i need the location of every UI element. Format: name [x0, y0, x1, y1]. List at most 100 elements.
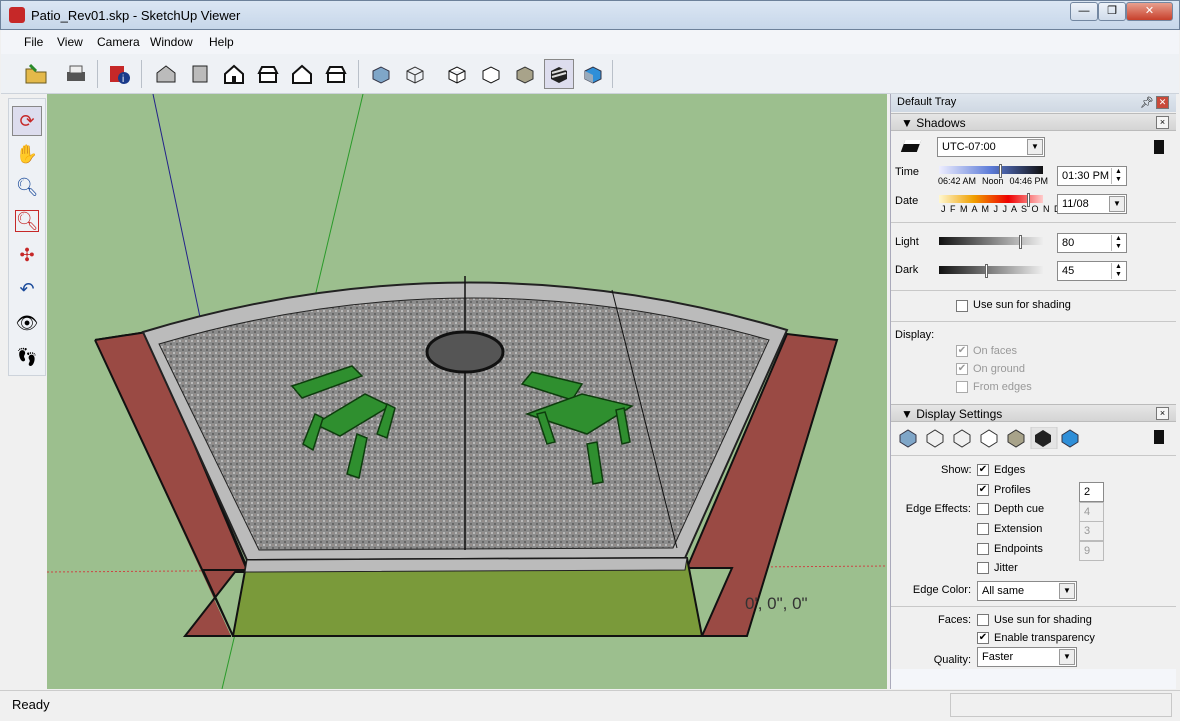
from-edges-label: From edges [973, 381, 1032, 393]
on-faces-checkbox[interactable]: ✔ [956, 345, 968, 357]
enable-transparency-checkbox[interactable]: ✔ [977, 632, 989, 644]
coordinate-readout: 0', 0", 0" [745, 594, 808, 613]
iso-view-icon[interactable] [151, 59, 181, 89]
camera-toolbar: ⟳ ✋ 🔍︎ 🔍︎ ✣ ↶ 👁︎ 👣︎ [8, 98, 46, 376]
tray-title: Default Tray [891, 94, 1176, 112]
enable-transparency-label: Enable transparency [994, 632, 1095, 644]
jitter-checkbox[interactable] [977, 562, 989, 574]
shaded-textures-icon[interactable] [510, 59, 540, 89]
display-settings-header[interactable]: ▼ Display Settings [891, 404, 1176, 422]
title-bar: Patio_Rev01.skp - SketchUp Viewer — ❐ ✕ [0, 0, 1180, 30]
menu-window[interactable]: Window [150, 35, 193, 49]
minimize-button[interactable]: — [1070, 2, 1098, 21]
depth-cue-input[interactable]: 4 [1079, 502, 1104, 522]
shaded-style-icon [980, 429, 998, 448]
window-title: Patio_Rev01.skp - SketchUp Viewer [31, 8, 241, 23]
from-edges-checkbox[interactable] [956, 381, 968, 393]
light-input[interactable]: 80 ▲ ▼ [1057, 233, 1127, 253]
default-tray: Default Tray 📌︎ ✕ ▼ Shadows × UTC-07:00 ▼… [890, 94, 1176, 689]
xray-icon[interactable] [366, 59, 396, 89]
dark-slider[interactable] [939, 266, 1043, 274]
edge-color-label: Edge Color: [912, 584, 971, 596]
zoom-extents-icon[interactable]: ✣ [12, 240, 42, 270]
wireframe-style-icon [926, 429, 944, 448]
hidden-line-icon[interactable] [442, 59, 472, 89]
close-button[interactable]: ✕ [1126, 2, 1173, 21]
date-input[interactable]: 11/08 ▼ [1057, 194, 1127, 214]
model-viewport[interactable]: 0', 0", 0" [47, 94, 887, 689]
timezone-select[interactable]: UTC-07:00 ▼ [937, 137, 1045, 157]
status-bar: Ready [0, 690, 1180, 721]
edge-effects-label: Edge Effects: [905, 503, 971, 515]
orbit-icon[interactable]: ⟳ [12, 106, 42, 136]
model-info-icon[interactable]: i [104, 59, 134, 89]
shadows-header[interactable]: ▼ Shadows [891, 113, 1176, 131]
front-view-icon[interactable] [219, 59, 249, 89]
depth-cue-checkbox[interactable] [977, 503, 989, 515]
wireframe-icon[interactable] [400, 59, 430, 89]
pin-icon[interactable]: 📌︎ [1140, 96, 1154, 109]
time-input[interactable]: 01:30 PM ▲ ▼ [1057, 166, 1127, 186]
svg-text:i: i [122, 74, 124, 85]
extension-input[interactable]: 3 [1079, 521, 1104, 541]
profiles-label: Profiles [994, 484, 1031, 496]
light-slider-thumb[interactable] [1019, 235, 1022, 249]
previous-view-icon[interactable]: ↶ [12, 274, 42, 304]
endpoints-checkbox[interactable] [977, 543, 989, 555]
edges-label: Edges [994, 464, 1026, 476]
time-slider[interactable] [939, 166, 1043, 174]
profiles-checkbox[interactable]: ✔ [977, 484, 989, 496]
menu-file[interactable]: File [24, 35, 43, 49]
menu-view[interactable]: View [57, 35, 83, 49]
sketchy-style-icon [1061, 429, 1079, 448]
month-labels: J F M A M J J A S O N D [941, 204, 1062, 214]
show-label: Show: [941, 464, 972, 476]
measurements-box[interactable] [950, 693, 1172, 717]
edges-checkbox[interactable]: ✔ [977, 464, 989, 476]
extension-label: Extension [994, 523, 1043, 535]
light-slider[interactable] [939, 237, 1043, 245]
left-view-icon[interactable] [321, 59, 351, 89]
date-label: Date [895, 195, 919, 207]
textured-style-icon [1007, 429, 1025, 448]
restore-button[interactable]: ❐ [1098, 2, 1126, 21]
zoom-window-icon[interactable]: 🔍︎ [12, 206, 42, 236]
endpoints-label: Endpoints [994, 543, 1043, 555]
dark-input[interactable]: 45 ▲ ▼ [1057, 261, 1127, 281]
right-view-icon[interactable] [253, 59, 283, 89]
profiles-width-input[interactable]: 2 [1079, 482, 1104, 502]
menu-bar: File View Camera Window Help [1, 30, 1179, 54]
open-icon[interactable] [21, 59, 51, 89]
monochrome-icon[interactable] [544, 59, 574, 89]
use-sun-checkbox[interactable] [956, 300, 968, 312]
status-text: Ready [12, 697, 50, 712]
display-expand-icon[interactable] [1154, 430, 1164, 444]
shaded-icon[interactable] [476, 59, 506, 89]
print-icon[interactable] [61, 59, 91, 89]
menu-help[interactable]: Help [209, 35, 234, 49]
dark-slider-thumb[interactable] [985, 264, 988, 278]
shadows-close-button[interactable]: × [1156, 116, 1169, 129]
display-style-icons [899, 427, 1079, 449]
look-around-icon[interactable]: 👁︎ [12, 308, 42, 338]
faces-use-sun-checkbox[interactable] [977, 614, 989, 626]
on-ground-checkbox[interactable]: ✔ [956, 363, 968, 375]
zoom-icon[interactable]: 🔍︎ [12, 172, 42, 202]
pan-icon[interactable]: ✋ [12, 139, 42, 169]
main-toolbar: i [1, 54, 1179, 94]
top-view-icon[interactable] [185, 59, 215, 89]
walk-icon[interactable]: 👣︎ [12, 342, 42, 372]
tray-close-button[interactable]: ✕ [1156, 96, 1169, 109]
endpoints-input[interactable]: 9 [1079, 541, 1104, 561]
edge-color-select[interactable]: All same ▼ [977, 581, 1077, 601]
display-label: Display: [895, 329, 935, 341]
menu-camera[interactable]: Camera [97, 35, 140, 49]
shadow-toggle-icon[interactable] [900, 140, 922, 152]
quality-select[interactable]: Faster ▼ [977, 647, 1077, 667]
sketchy-style-icon[interactable] [578, 59, 608, 89]
extension-checkbox[interactable] [977, 523, 989, 535]
xray-style-icon [899, 429, 917, 448]
back-view-icon[interactable] [287, 59, 317, 89]
panel-expand-icon[interactable] [1154, 140, 1164, 154]
display-settings-close-button[interactable]: × [1156, 407, 1169, 420]
